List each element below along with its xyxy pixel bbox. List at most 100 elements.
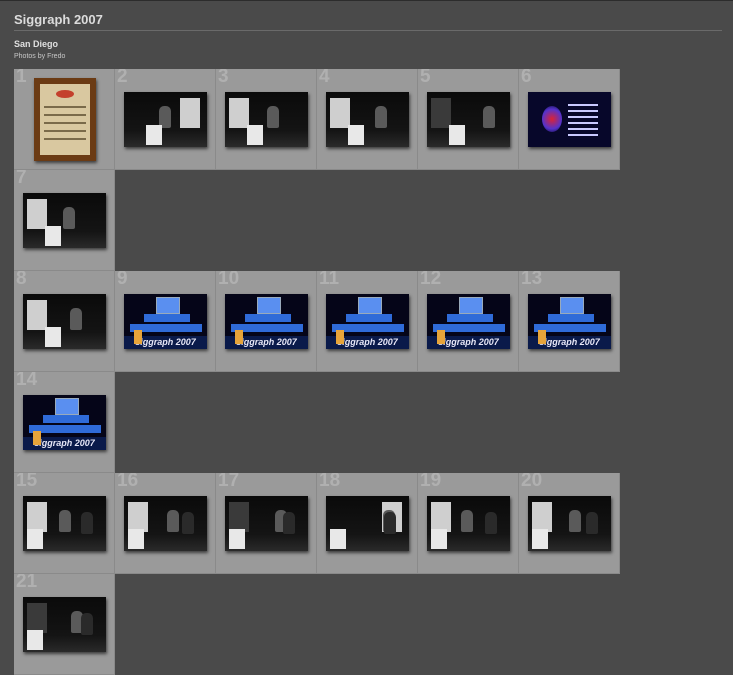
thumbnail-grid: 1 2 3 4 5 6 7 8 9 siggraph 2007 10 siggraph 2007 11 s… bbox=[14, 69, 621, 675]
page-title: Siggraph 2007 bbox=[14, 12, 103, 27]
photo-number: 18 bbox=[319, 473, 341, 491]
slide-text-line bbox=[568, 110, 598, 112]
podium bbox=[45, 327, 61, 347]
projection-screen bbox=[532, 502, 552, 532]
photo-cell[interactable]: 16 bbox=[115, 473, 216, 574]
projection-screen bbox=[229, 502, 249, 532]
photo-number: 11 bbox=[319, 271, 340, 289]
projection-screen bbox=[229, 98, 249, 128]
podium bbox=[336, 330, 344, 344]
photo-cell[interactable]: 4 bbox=[317, 69, 418, 170]
plaque-text-line bbox=[44, 114, 86, 116]
photo-number: 17 bbox=[218, 473, 240, 491]
photo-cell[interactable]: 6 bbox=[519, 69, 620, 170]
photo-cell[interactable]: 2 bbox=[115, 69, 216, 170]
photo-number: 4 bbox=[319, 69, 330, 87]
slide-text-line bbox=[568, 134, 598, 136]
photo-thumbnail bbox=[528, 496, 611, 551]
slide-text-line bbox=[568, 116, 598, 118]
thumbnail-row: 1 2 3 4 5 6 bbox=[14, 69, 621, 170]
photo-thumbnail: siggraph 2007 bbox=[23, 395, 106, 450]
photo-number: 1 bbox=[16, 69, 27, 87]
speaker-figure bbox=[267, 106, 279, 128]
photo-number: 14 bbox=[16, 372, 38, 390]
photo-number: 20 bbox=[521, 473, 543, 491]
thumbnail-row: 15 16 17 18 19 20 bbox=[14, 473, 621, 574]
photo-thumbnail bbox=[23, 294, 106, 349]
projection-screen bbox=[431, 502, 451, 532]
speaker-figure bbox=[283, 512, 295, 534]
podium bbox=[27, 630, 43, 650]
photo-cell[interactable]: 10 siggraph 2007 bbox=[216, 271, 317, 372]
stage-tier bbox=[447, 314, 493, 322]
podium bbox=[134, 330, 142, 344]
title-divider bbox=[14, 30, 722, 31]
photo-number: 8 bbox=[16, 271, 27, 289]
photo-number: 13 bbox=[521, 271, 543, 289]
photo-cell[interactable]: 5 bbox=[418, 69, 519, 170]
photo-thumbnail bbox=[34, 78, 96, 161]
gallery-header: Siggraph 2007 San Diego Photos by Fredo bbox=[14, 12, 722, 60]
slide-text-line bbox=[568, 104, 598, 106]
photo-number: 9 bbox=[117, 271, 128, 289]
stage-tier bbox=[245, 314, 291, 322]
photo-cell[interactable]: 19 bbox=[418, 473, 519, 574]
photo-cell[interactable]: 12 siggraph 2007 bbox=[418, 271, 519, 372]
stage-tier bbox=[43, 415, 89, 423]
photo-thumbnail bbox=[528, 92, 611, 147]
photo-credit: Photos by Fredo bbox=[14, 53, 66, 60]
speaker-figure bbox=[384, 512, 396, 534]
photo-number: 5 bbox=[420, 69, 431, 87]
stage-screen bbox=[560, 297, 584, 314]
photo-cell[interactable]: 14 siggraph 2007 bbox=[14, 372, 115, 473]
photo-cell[interactable]: 21 bbox=[14, 574, 115, 675]
speaker-figure bbox=[81, 613, 93, 635]
speaker-figure bbox=[485, 512, 497, 534]
photo-cell[interactable]: 13 siggraph 2007 bbox=[519, 271, 620, 372]
stage-screen bbox=[358, 297, 382, 314]
photo-number: 12 bbox=[420, 271, 442, 289]
gallery-subtitle: San Diego bbox=[14, 39, 59, 49]
photo-thumbnail bbox=[326, 92, 409, 147]
podium bbox=[538, 330, 546, 344]
photo-number: 3 bbox=[218, 69, 229, 87]
speaker-figure bbox=[586, 512, 598, 534]
stage-screen bbox=[55, 398, 79, 415]
photo-cell[interactable]: 7 bbox=[14, 170, 115, 271]
podium bbox=[449, 125, 465, 145]
plaque-logo bbox=[56, 90, 74, 98]
photo-thumbnail: siggraph 2007 bbox=[124, 294, 207, 349]
speaker-figure bbox=[63, 207, 75, 229]
speaker-figure bbox=[59, 510, 71, 532]
speaker-figure bbox=[569, 510, 581, 532]
photo-thumbnail bbox=[326, 496, 409, 551]
photo-cell[interactable]: 20 bbox=[519, 473, 620, 574]
photo-cell[interactable]: 8 bbox=[14, 271, 115, 372]
plaque-text-line bbox=[44, 130, 86, 132]
podium bbox=[128, 529, 144, 549]
photo-cell[interactable]: 17 bbox=[216, 473, 317, 574]
projection-screen bbox=[180, 98, 200, 128]
photo-number: 2 bbox=[117, 69, 128, 87]
photo-thumbnail bbox=[23, 496, 106, 551]
photo-number: 19 bbox=[420, 473, 442, 491]
photo-thumbnail bbox=[23, 597, 106, 652]
podium bbox=[235, 330, 243, 344]
photo-cell[interactable]: 1 bbox=[14, 69, 115, 170]
podium bbox=[437, 330, 445, 344]
speaker-figure bbox=[167, 510, 179, 532]
photo-cell[interactable]: 11 siggraph 2007 bbox=[317, 271, 418, 372]
speaker-figure bbox=[483, 106, 495, 128]
photo-cell[interactable]: 18 bbox=[317, 473, 418, 574]
photo-cell[interactable]: 9 siggraph 2007 bbox=[115, 271, 216, 372]
photo-thumbnail: siggraph 2007 bbox=[326, 294, 409, 349]
photo-cell[interactable]: 3 bbox=[216, 69, 317, 170]
projection-screen bbox=[27, 603, 47, 633]
photo-cell[interactable]: 15 bbox=[14, 473, 115, 574]
podium bbox=[431, 529, 447, 549]
podium bbox=[27, 529, 43, 549]
speaker-figure bbox=[81, 512, 93, 534]
podium bbox=[33, 431, 41, 445]
photo-thumbnail bbox=[124, 496, 207, 551]
podium bbox=[532, 529, 548, 549]
